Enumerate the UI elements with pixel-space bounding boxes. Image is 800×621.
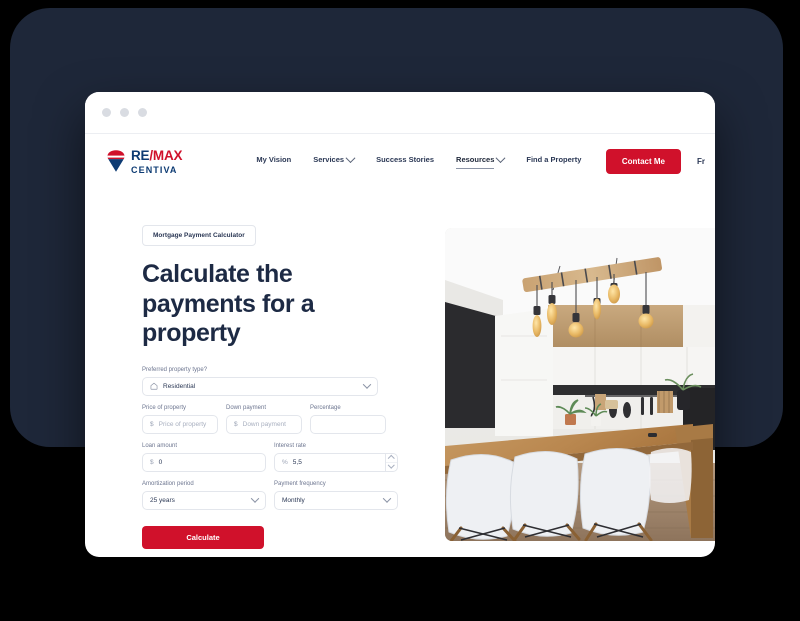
remax-logo-text: RE/MAX CENTIVA bbox=[131, 147, 183, 175]
chevron-down-icon bbox=[382, 494, 392, 503]
amortization-select[interactable]: 25 years bbox=[142, 490, 266, 510]
payment-frequency-select[interactable]: Monthly bbox=[274, 490, 398, 510]
field-interest-rate: Interest rate % 5,5 bbox=[274, 443, 398, 472]
interest-rate-input[interactable]: % 5,5 bbox=[274, 452, 398, 472]
property-photo bbox=[445, 228, 715, 541]
payment-frequency-value: Monthly bbox=[282, 496, 305, 504]
chevron-down-icon bbox=[345, 153, 356, 164]
nav-item-find-a-property[interactable]: Find a Property bbox=[526, 155, 581, 167]
field-price-of-property: Price of property $ Price of property bbox=[142, 405, 218, 434]
field-percentage: Percentage bbox=[310, 405, 386, 434]
currency-prefix: $ bbox=[150, 420, 154, 428]
chevron-down-icon bbox=[362, 380, 372, 389]
field-label: Percentage bbox=[310, 404, 341, 411]
nav-item-services[interactable]: Services bbox=[313, 153, 356, 167]
interest-rate-stepper[interactable] bbox=[385, 453, 397, 471]
down-payment-input[interactable]: $ Down payment bbox=[226, 414, 302, 434]
home-icon bbox=[150, 382, 158, 390]
currency-prefix: $ bbox=[234, 420, 238, 428]
field-label: Price of property bbox=[142, 404, 187, 411]
page-body: Mortgage Payment Calculator Calculate th… bbox=[85, 188, 715, 557]
browser-window: RE/MAX CENTIVA My Vision Services Succes… bbox=[85, 92, 715, 557]
loan-row: Loan amount $ 0 Interest rate % 5,5 bbox=[142, 443, 398, 472]
header-actions: Contact Me Fr bbox=[605, 148, 715, 174]
field-property-type: Preferred property type? Residential bbox=[142, 367, 385, 396]
chevron-down-icon bbox=[388, 461, 395, 469]
nav-label: Resources bbox=[456, 155, 495, 164]
field-down-payment: Down payment $ Down payment bbox=[226, 405, 302, 434]
interest-rate-value: 5,5 bbox=[292, 458, 302, 466]
percentage-input[interactable] bbox=[310, 414, 386, 434]
field-loan-amount: Loan amount $ 0 bbox=[142, 443, 266, 472]
remax-logo[interactable]: RE/MAX CENTIVA bbox=[105, 147, 183, 175]
contact-me-button[interactable]: Contact Me bbox=[605, 148, 681, 174]
property-type-select[interactable]: Residential bbox=[142, 376, 378, 396]
property-type-value: Residential bbox=[163, 382, 196, 390]
window-minimize-dot[interactable] bbox=[120, 108, 129, 117]
field-amortization-period: Amortization period 25 years bbox=[142, 481, 266, 510]
field-label: Loan amount bbox=[142, 442, 178, 449]
currency-prefix: $ bbox=[150, 458, 154, 466]
chevron-down-icon bbox=[495, 153, 506, 164]
field-label: Down payment bbox=[226, 404, 267, 411]
window-close-dot[interactable] bbox=[102, 108, 111, 117]
field-payment-frequency: Payment frequency Monthly bbox=[274, 481, 398, 510]
chevron-down-icon bbox=[250, 494, 260, 503]
logo-subtitle: CENTIVA bbox=[131, 164, 178, 175]
loan-amount-value: 0 bbox=[158, 458, 163, 466]
nav-label: Find a Property bbox=[526, 155, 582, 164]
page-title: Calculate the payments for a property bbox=[142, 260, 315, 347]
price-input[interactable]: $ Price of property bbox=[142, 414, 218, 434]
nav-item-my-vision[interactable]: My Vision bbox=[256, 155, 291, 167]
down-payment-placeholder: Down payment bbox=[242, 420, 286, 428]
stepper-decrement[interactable] bbox=[386, 461, 397, 471]
price-row: Price of property $ Price of property Do… bbox=[142, 405, 386, 434]
price-placeholder: Price of property bbox=[158, 420, 207, 428]
calculator-column: Mortgage Payment Calculator Calculate th… bbox=[85, 224, 398, 557]
browser-titlebar bbox=[85, 92, 715, 134]
nav-label: Success Stories bbox=[376, 155, 435, 164]
window-maximize-dot[interactable] bbox=[138, 108, 147, 117]
percent-prefix: % bbox=[282, 458, 288, 466]
calculate-button[interactable]: Calculate bbox=[142, 525, 264, 549]
page-badge: Mortgage Payment Calculator bbox=[142, 225, 256, 246]
field-label: Preferred property type? bbox=[142, 366, 208, 373]
nav-label: Services bbox=[313, 155, 345, 164]
field-label: Payment frequency bbox=[274, 480, 326, 487]
nav-item-success-stories[interactable]: Success Stories bbox=[376, 155, 434, 167]
logo-re: RE bbox=[131, 147, 150, 163]
terms-row: Amortization period 25 years Payment fre… bbox=[142, 481, 398, 510]
remax-balloon-icon bbox=[105, 149, 127, 173]
loan-amount-input[interactable]: $ 0 bbox=[142, 452, 266, 472]
main-navigation: My Vision Services Success Stories Resou… bbox=[256, 153, 581, 169]
nav-label: My Vision bbox=[256, 155, 292, 164]
logo-max: MAX bbox=[152, 147, 183, 163]
site-header: RE/MAX CENTIVA My Vision Services Succes… bbox=[85, 134, 715, 188]
language-switcher[interactable]: Fr bbox=[697, 157, 705, 166]
amortization-value: 25 years bbox=[150, 496, 175, 504]
field-label: Amortization period bbox=[142, 480, 194, 487]
field-label: Interest rate bbox=[274, 442, 307, 449]
nav-item-resources[interactable]: Resources bbox=[456, 153, 506, 169]
